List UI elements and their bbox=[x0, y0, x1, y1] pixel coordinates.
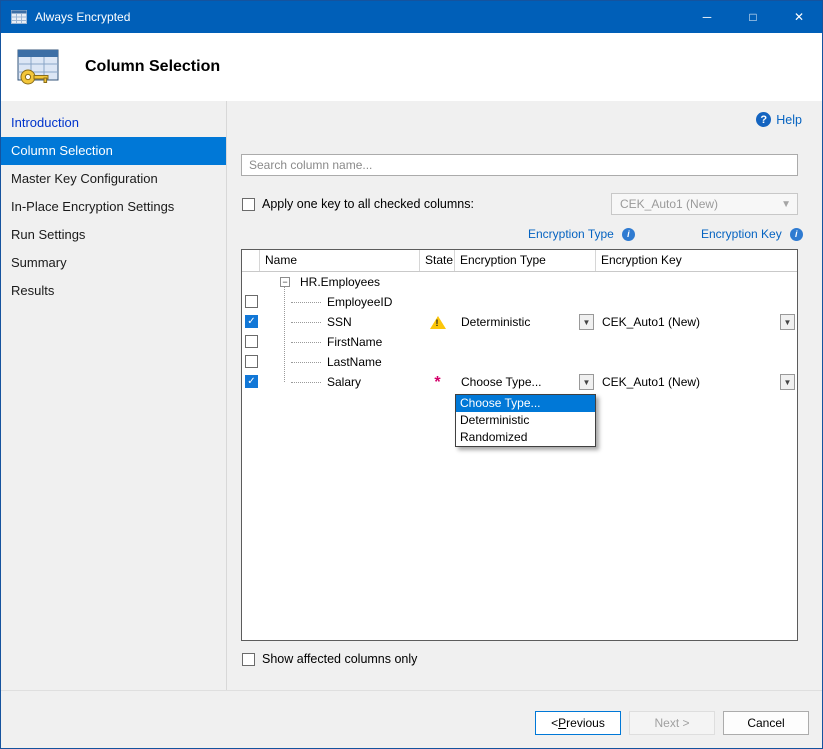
apply-key-dropdown[interactable]: CEK_Auto1 (New) ▼ bbox=[611, 193, 798, 215]
tree-stub bbox=[291, 322, 321, 323]
encryption-type-header-link[interactable]: Encryption Type i bbox=[528, 227, 635, 241]
table-key-icon bbox=[15, 46, 61, 88]
row-checkbox-employeeid[interactable] bbox=[245, 295, 258, 308]
window-controls: ─ □ ✕ bbox=[684, 1, 822, 33]
column-name-label: FirstName bbox=[327, 335, 382, 349]
maximize-button[interactable]: □ bbox=[730, 1, 776, 33]
search-column-input[interactable] bbox=[241, 154, 798, 176]
next-button[interactable]: Next > bbox=[629, 711, 715, 735]
dropdown-option-deterministic[interactable]: Deterministic bbox=[456, 412, 595, 429]
wizard-steps-sidebar: Introduction Column Selection Master Key… bbox=[1, 101, 227, 690]
table-row: LastName bbox=[242, 352, 797, 372]
chevron-down-icon: ▼ bbox=[781, 199, 791, 210]
previous-label-prefix: < bbox=[551, 716, 558, 730]
dropdown-option-choose-type[interactable]: Choose Type... bbox=[456, 395, 595, 412]
previous-label-rest: revious bbox=[566, 716, 605, 730]
tree-stub bbox=[291, 382, 321, 383]
column-name-label: LastName bbox=[327, 355, 382, 369]
encryption-type-value[interactable]: Deterministic bbox=[461, 315, 530, 329]
tree-stub bbox=[291, 302, 321, 303]
state-cell bbox=[420, 314, 455, 332]
row-checkbox-salary[interactable]: ✓ bbox=[245, 375, 258, 388]
table-row: ✓ SSN Deterministic ▼ CEK_Auto1 (New) ▼ bbox=[242, 312, 797, 332]
header-name: Name bbox=[260, 250, 420, 271]
minimize-button[interactable]: ─ bbox=[684, 1, 730, 33]
table-row: ✓ Salary * Choose Type... ▼ CEK_Auto1 (N… bbox=[242, 372, 797, 392]
warning-icon bbox=[430, 316, 446, 329]
column-name-label: SSN bbox=[327, 315, 352, 329]
encryption-type-dropdown-list: Choose Type... Deterministic Randomized bbox=[455, 394, 596, 447]
encryption-type-link-label: Encryption Type bbox=[528, 227, 614, 241]
titlebar: Always Encrypted ─ □ ✕ bbox=[1, 1, 822, 33]
tree-stub bbox=[291, 362, 321, 363]
dropdown-option-randomized[interactable]: Randomized bbox=[456, 429, 595, 446]
app-icon bbox=[11, 10, 27, 24]
sidebar-item-summary[interactable]: Summary bbox=[1, 249, 226, 277]
help-link[interactable]: ? Help bbox=[756, 112, 802, 127]
encryption-key-dropdown-arrow[interactable]: ▼ bbox=[780, 314, 795, 330]
state-cell: * bbox=[420, 374, 455, 392]
columns-grid: Name State Encryption Type Encryption Ke… bbox=[241, 249, 798, 641]
apply-one-key-label: Apply one key to all checked columns: bbox=[262, 197, 474, 211]
show-affected-row: Show affected columns only bbox=[242, 652, 417, 666]
main-panel: ? Help Apply one key to all checked colu… bbox=[227, 101, 822, 690]
column-name-label: EmployeeID bbox=[327, 295, 392, 309]
encryption-key-header-link[interactable]: Encryption Key i bbox=[701, 227, 803, 241]
encryption-key-link-label: Encryption Key bbox=[701, 227, 782, 241]
sidebar-item-master-key-configuration[interactable]: Master Key Configuration bbox=[1, 165, 226, 193]
header-encryption-key: Encryption Key bbox=[596, 250, 797, 271]
wizard-header: Column Selection bbox=[1, 33, 822, 101]
grid-header: Name State Encryption Type Encryption Ke… bbox=[242, 250, 797, 272]
encryption-key-value[interactable]: CEK_Auto1 (New) bbox=[602, 315, 700, 329]
column-name-label: Salary bbox=[327, 375, 361, 389]
row-checkbox-lastname[interactable] bbox=[245, 355, 258, 368]
footer-bar: < Previous Next > Cancel bbox=[1, 690, 822, 748]
show-affected-checkbox[interactable] bbox=[242, 653, 255, 666]
required-icon: * bbox=[434, 374, 440, 391]
sidebar-item-introduction[interactable]: Introduction bbox=[1, 109, 226, 137]
body-area: Introduction Column Selection Master Key… bbox=[1, 101, 822, 690]
always-encrypted-wizard-window: Always Encrypted ─ □ ✕ Column Selection … bbox=[0, 0, 823, 749]
window-title: Always Encrypted bbox=[35, 10, 130, 24]
info-icon[interactable]: i bbox=[790, 228, 803, 241]
collapse-expander-icon[interactable]: − bbox=[280, 277, 290, 287]
table-group-row: − HR.Employees bbox=[242, 272, 797, 292]
header-encryption-type: Encryption Type bbox=[455, 250, 596, 271]
encryption-type-dropdown-arrow[interactable]: ▼ bbox=[579, 314, 594, 330]
info-icon[interactable]: i bbox=[622, 228, 635, 241]
encryption-type-value[interactable]: Choose Type... bbox=[461, 375, 542, 389]
sidebar-item-run-settings[interactable]: Run Settings bbox=[1, 221, 226, 249]
page-title: Column Selection bbox=[85, 58, 220, 76]
apply-one-key-checkbox[interactable] bbox=[242, 198, 255, 211]
row-checkbox-ssn[interactable]: ✓ bbox=[245, 315, 258, 328]
close-button[interactable]: ✕ bbox=[776, 1, 822, 33]
header-state: State bbox=[420, 250, 455, 271]
header-checkbox-column bbox=[242, 250, 260, 271]
encryption-key-dropdown-arrow[interactable]: ▼ bbox=[780, 374, 795, 390]
tree-stub bbox=[291, 342, 321, 343]
encryption-type-dropdown-arrow[interactable]: ▼ bbox=[579, 374, 594, 390]
table-row: FirstName bbox=[242, 332, 797, 352]
previous-label-accesskey: P bbox=[558, 716, 566, 730]
show-affected-label: Show affected columns only bbox=[262, 652, 417, 666]
table-group-label: HR.Employees bbox=[300, 275, 380, 289]
apply-one-key-row: Apply one key to all checked columns: bbox=[242, 197, 474, 211]
table-row: EmployeeID bbox=[242, 292, 797, 312]
sidebar-item-in-place-encryption-settings[interactable]: In-Place Encryption Settings bbox=[1, 193, 226, 221]
help-icon: ? bbox=[756, 112, 771, 127]
row-checkbox-firstname[interactable] bbox=[245, 335, 258, 348]
sidebar-item-column-selection[interactable]: Column Selection bbox=[1, 137, 226, 165]
cancel-button[interactable]: Cancel bbox=[723, 711, 809, 735]
encryption-key-value[interactable]: CEK_Auto1 (New) bbox=[602, 375, 700, 389]
help-label: Help bbox=[776, 113, 802, 127]
sidebar-item-results[interactable]: Results bbox=[1, 277, 226, 305]
apply-key-dropdown-value: CEK_Auto1 (New) bbox=[620, 197, 718, 211]
previous-button[interactable]: < Previous bbox=[535, 711, 621, 735]
